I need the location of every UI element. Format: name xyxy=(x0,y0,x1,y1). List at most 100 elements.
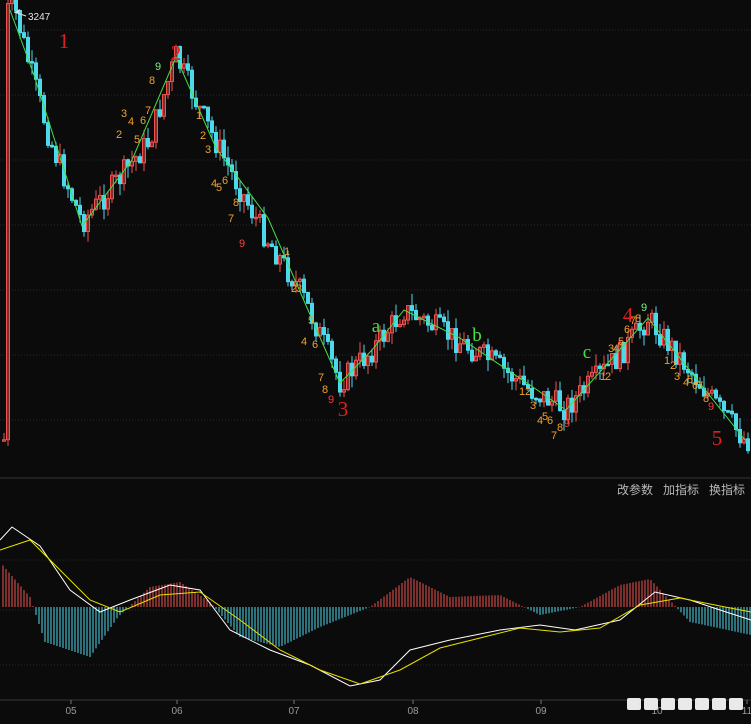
candle-body xyxy=(746,438,750,452)
candle-body xyxy=(558,390,562,412)
candle-body xyxy=(714,389,718,399)
sequence-label-9: 9 xyxy=(155,61,161,73)
switch-indicator-button[interactable]: 换指标 xyxy=(709,481,745,498)
macd-indicator xyxy=(0,526,751,687)
month-label-09: 09 xyxy=(535,706,547,717)
candle-body xyxy=(470,349,474,362)
sequence-label-8: 8 xyxy=(635,313,641,325)
candle-body xyxy=(442,316,446,323)
sequence-label-9: 9 xyxy=(564,418,570,430)
watermark-logo-icon xyxy=(627,698,743,710)
indicator-toolbar: 改参数 加指标 换指标 xyxy=(617,481,745,498)
wave-label-4: 4 xyxy=(623,303,634,327)
candle-body xyxy=(306,291,310,304)
candle-body xyxy=(426,315,430,326)
sequence-label-5: 5 xyxy=(134,134,140,146)
month-label-08: 08 xyxy=(407,706,419,717)
sequence-label-7: 7 xyxy=(228,213,234,225)
sequence-label-6: 6 xyxy=(222,175,228,187)
wave-label-b: b xyxy=(472,325,482,346)
wave-label-a: a xyxy=(372,316,381,337)
candle-body xyxy=(738,428,742,444)
high-value-label: 3247 xyxy=(28,12,51,23)
candle-body xyxy=(22,32,26,38)
sequence-label-8: 8 xyxy=(149,75,155,87)
sequence-label-5: 5 xyxy=(308,315,314,327)
sequence-label-3: 3 xyxy=(205,144,211,156)
candlesticks xyxy=(2,0,750,454)
sequence-label-2: 2 xyxy=(116,129,122,141)
candle-body xyxy=(138,156,142,164)
candle-body xyxy=(186,63,190,71)
sequence-label-8: 8 xyxy=(557,422,563,434)
sequence-label-4: 4 xyxy=(128,116,134,128)
wave-label-2: 2 xyxy=(171,41,182,65)
candle-body xyxy=(446,321,450,340)
month-label-07: 07 xyxy=(288,706,300,717)
sequence-label-3: 3 xyxy=(121,108,127,120)
candle-body xyxy=(722,400,726,412)
sequence-label-7: 7 xyxy=(697,380,703,392)
sequence-label-4: 4 xyxy=(301,336,307,348)
sequence-label-3: 3 xyxy=(296,283,302,295)
sequence-label-5: 5 xyxy=(618,336,624,348)
candle-body xyxy=(682,352,686,370)
sequence-label-9: 9 xyxy=(708,401,714,413)
candle-body xyxy=(430,324,434,331)
candle-body xyxy=(210,120,214,133)
candle-body xyxy=(666,328,670,351)
candle-body xyxy=(158,109,162,117)
sequence-label-2: 2 xyxy=(525,386,531,398)
candle-body xyxy=(14,0,18,12)
candle-body xyxy=(718,397,722,402)
candle-body xyxy=(438,314,442,318)
candle-body xyxy=(202,105,206,109)
candle-body xyxy=(654,312,658,336)
candle-body xyxy=(46,122,50,146)
wave-label-1: 1 xyxy=(59,29,70,53)
month-label-05: 05 xyxy=(65,706,77,717)
sequence-label-1: 1 xyxy=(284,246,290,258)
candle-body xyxy=(302,278,306,293)
month-label-11: 11 xyxy=(742,706,751,717)
candle-body xyxy=(726,410,730,413)
wave-labels: 1 23a bc45 xyxy=(59,29,723,450)
candle-body xyxy=(246,194,250,206)
candle-body xyxy=(222,139,226,159)
candle-body xyxy=(330,340,334,360)
candle-body xyxy=(494,350,498,356)
candle-body xyxy=(206,106,210,122)
macd-dea-line xyxy=(0,539,751,685)
candle-body xyxy=(274,246,278,265)
candle-body xyxy=(146,138,150,148)
candle-body xyxy=(50,144,54,148)
candle-body xyxy=(498,354,502,358)
candlestick-chart: 342 5678912345678912354 67891 23 45678912345… xyxy=(0,0,751,717)
wave-label-c: c xyxy=(583,342,591,363)
sequence-label-6: 6 xyxy=(312,339,318,351)
sequence-count-labels: 342 5678912345678912354 67891 23 45678912345… xyxy=(116,61,714,442)
add-indicator-button[interactable]: 加指标 xyxy=(663,481,699,498)
candle-body xyxy=(262,214,266,247)
sequence-label-8: 8 xyxy=(233,197,239,209)
sequence-label-3: 3 xyxy=(674,371,680,383)
sequence-label-9: 9 xyxy=(641,302,647,314)
wave-label-3: 3 xyxy=(338,397,349,421)
modify-params-button[interactable]: 改参数 xyxy=(617,481,653,498)
month-label-06: 06 xyxy=(171,706,183,717)
sequence-label-9: 9 xyxy=(239,238,245,250)
sequence-label-1: 1 xyxy=(196,110,202,122)
candle-body xyxy=(326,333,330,342)
sequence-label-7: 7 xyxy=(318,372,324,384)
candle-body xyxy=(658,334,662,346)
candle-body xyxy=(370,355,374,363)
sequence-label-3: 3 xyxy=(530,400,536,412)
candle-body xyxy=(730,410,734,415)
sequence-label-2: 2 xyxy=(605,371,611,383)
candle-body xyxy=(250,204,254,219)
sequence-label-6: 6 xyxy=(547,415,553,427)
sequence-label-7: 7 xyxy=(145,105,151,117)
candle-body xyxy=(598,365,602,369)
candle-body xyxy=(78,204,82,216)
sequence-label-2: 2 xyxy=(200,130,206,142)
